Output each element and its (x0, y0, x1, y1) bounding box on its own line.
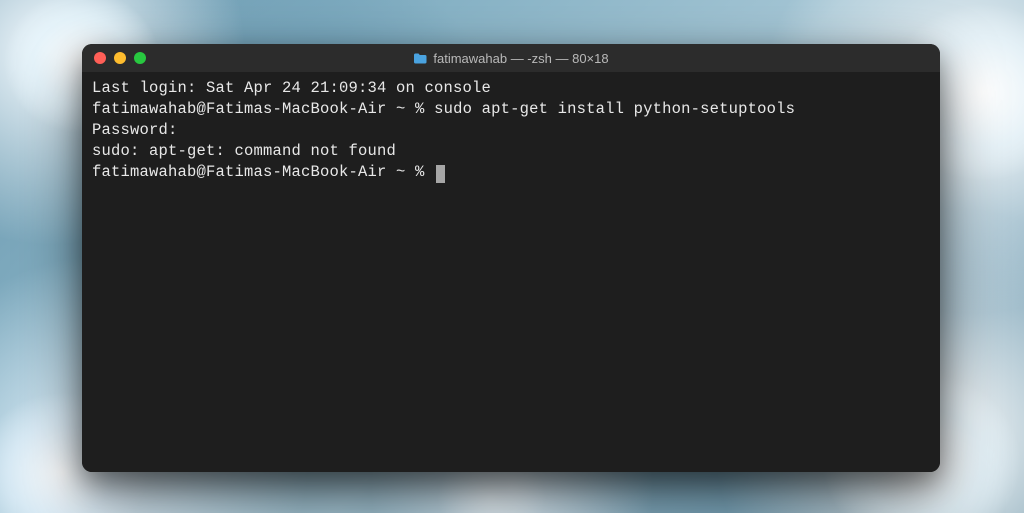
terminal-line-current-prompt: fatimawahab@Fatimas-MacBook-Air ~ % (92, 162, 930, 183)
window-title-wrap: fatimawahab — -zsh — 80×18 (82, 51, 940, 66)
cursor-icon (436, 165, 445, 183)
maximize-icon[interactable] (134, 52, 146, 64)
shell-prompt: fatimawahab@Fatimas-MacBook-Air ~ % (92, 163, 434, 181)
terminal-line-error: sudo: apt-get: command not found (92, 141, 930, 162)
folder-icon (413, 53, 427, 64)
minimize-icon[interactable] (114, 52, 126, 64)
window-title: fatimawahab — -zsh — 80×18 (433, 51, 608, 66)
terminal-line-cmd-1: fatimawahab@Fatimas-MacBook-Air ~ % sudo… (92, 99, 930, 120)
terminal-line-password: Password: (92, 120, 930, 141)
close-icon[interactable] (94, 52, 106, 64)
traffic-lights (82, 52, 146, 64)
title-bar[interactable]: fatimawahab — -zsh — 80×18 (82, 44, 940, 72)
terminal-body[interactable]: Last login: Sat Apr 24 21:09:34 on conso… (82, 72, 940, 472)
terminal-line-last-login: Last login: Sat Apr 24 21:09:34 on conso… (92, 78, 930, 99)
shell-prompt: fatimawahab@Fatimas-MacBook-Air ~ % (92, 100, 434, 118)
terminal-window[interactable]: fatimawahab — -zsh — 80×18 Last login: S… (82, 44, 940, 472)
shell-command: sudo apt-get install python-setuptools (434, 100, 795, 118)
